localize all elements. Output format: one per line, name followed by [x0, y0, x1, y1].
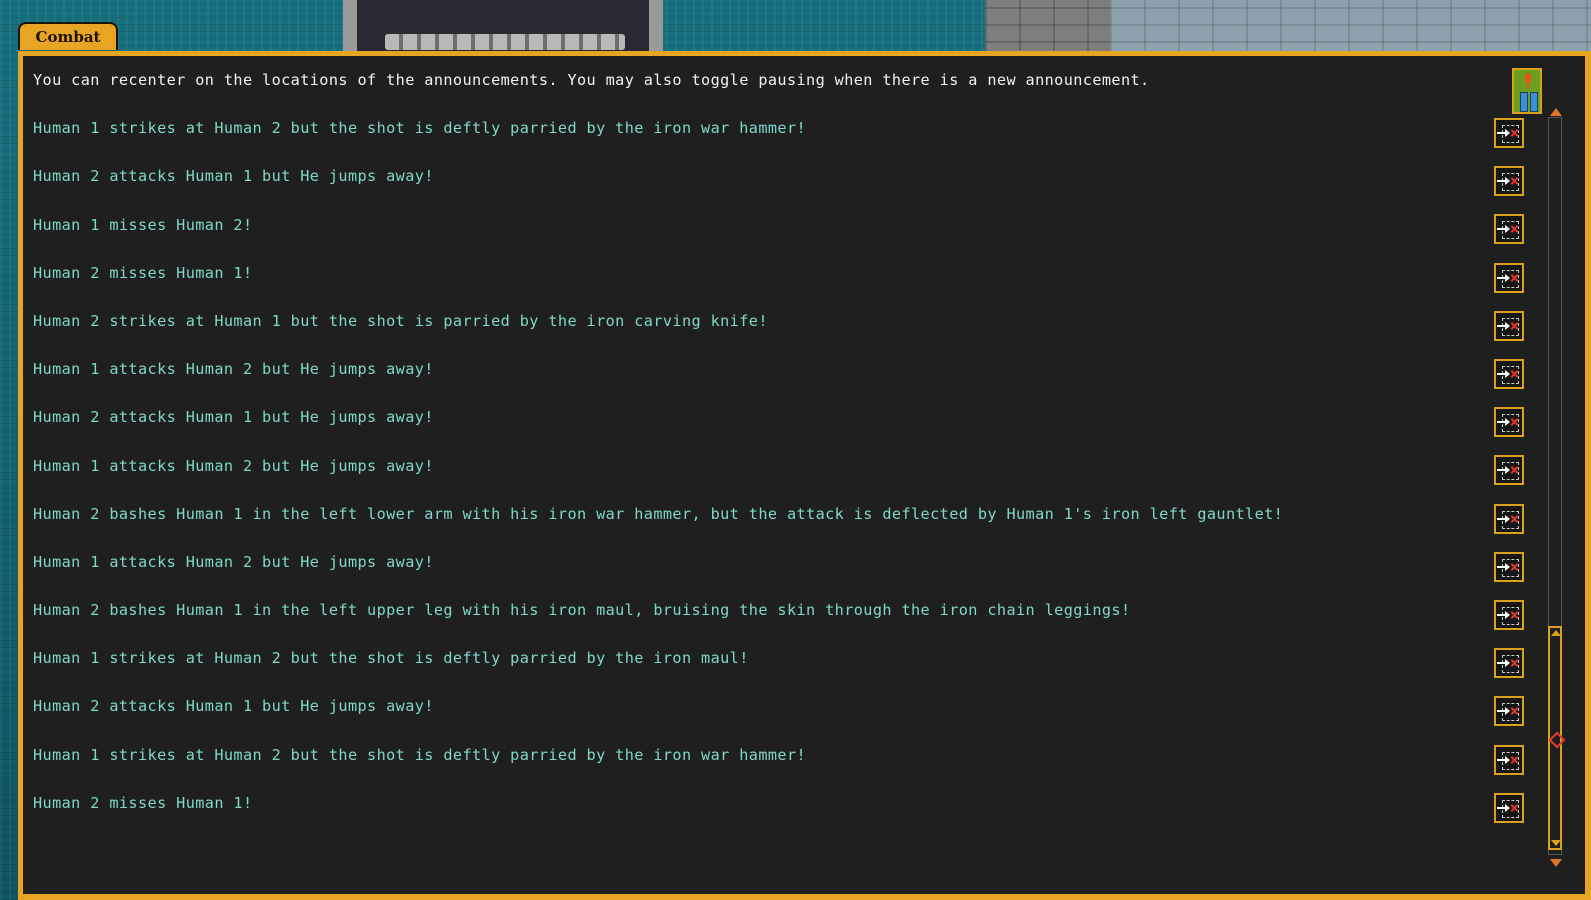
announcement-line: Human 1 attacks Human 2 but He jumps awa… [33, 360, 434, 379]
scrollbar-thumb[interactable] [1548, 626, 1566, 850]
recenter-button[interactable] [1494, 455, 1524, 486]
arrowhead-icon [1505, 707, 1510, 716]
pit-rocks [385, 34, 625, 50]
announcement-log: You can recenter on the locations of the… [33, 70, 1483, 841]
announcement-line: Human 2 strikes at Human 1 but the shot … [33, 311, 768, 330]
announcement-line: Human 1 attacks Human 2 but He jumps awa… [33, 552, 434, 571]
announcement-line: Human 2 attacks Human 1 but He jumps awa… [33, 408, 434, 427]
thumb-up-cap-icon [1551, 630, 1561, 636]
arrowhead-icon [1505, 755, 1510, 764]
recenter-button[interactable] [1494, 214, 1524, 245]
announcement-hint: You can recenter on the locations of the… [33, 71, 1150, 89]
pause-bar-left [1520, 92, 1528, 112]
recenter-button[interactable] [1494, 262, 1524, 293]
recenter-button[interactable] [1494, 792, 1524, 823]
arrowhead-icon [1505, 225, 1510, 234]
announcement-log-area: You can recenter on the locations of the… [23, 56, 1585, 894]
pause-toggle-button[interactable] [1512, 68, 1542, 114]
announcement-line: Human 1 strikes at Human 2 but the shot … [33, 119, 807, 138]
recenter-button[interactable] [1494, 600, 1524, 630]
thumb-down-cap-icon [1551, 840, 1561, 846]
announcement-line: Human 1 misses Human 2! [33, 215, 253, 234]
tab-combat[interactable]: Combat [18, 22, 118, 50]
recenter-button[interactable] [1494, 407, 1524, 438]
announcement-line: Human 2 bashes Human 1 in the left lower… [33, 504, 1284, 523]
announcement-line: Human 1 strikes at Human 2 but the shot … [33, 745, 807, 764]
arrowhead-icon [1505, 177, 1510, 186]
alert-light-stem [1527, 82, 1529, 89]
arrowhead-icon [1505, 273, 1510, 282]
recenter-button[interactable] [1494, 359, 1524, 389]
pause-bar-right [1530, 92, 1538, 112]
recenter-button[interactable] [1494, 310, 1524, 341]
recenter-button[interactable] [1494, 503, 1524, 534]
arrowhead-icon [1505, 370, 1510, 378]
announcement-line: Human 2 bashes Human 1 in the left upper… [33, 601, 1131, 620]
recenter-button[interactable] [1494, 166, 1524, 197]
alert-light-icon [1525, 73, 1531, 82]
announcement-line: Human 2 attacks Human 1 but He jumps awa… [33, 697, 434, 716]
announcement-panel: You can recenter on the locations of the… [18, 51, 1591, 900]
recenter-button[interactable] [1494, 648, 1524, 679]
announcement-line: Human 1 strikes at Human 2 but the shot … [33, 649, 749, 668]
recenter-button[interactable] [1494, 696, 1524, 727]
announcement-line: Human 2 misses Human 1! [33, 263, 253, 282]
scroll-down-arrow[interactable] [1550, 859, 1562, 867]
announcement-line: Human 1 attacks Human 2 but He jumps awa… [33, 456, 434, 475]
announcement-line: Human 2 misses Human 1! [33, 793, 253, 812]
arrowhead-icon [1505, 129, 1510, 137]
arrowhead-icon [1505, 611, 1510, 619]
announcement-line: Human 2 attacks Human 1 but He jumps awa… [33, 167, 434, 186]
recenter-button[interactable] [1494, 744, 1524, 775]
recenter-button[interactable] [1494, 551, 1524, 582]
recenter-button[interactable] [1494, 118, 1524, 148]
arrowhead-icon [1505, 418, 1510, 427]
arrowhead-icon [1505, 659, 1510, 668]
scroll-up-arrow[interactable] [1550, 108, 1562, 116]
arrowhead-icon [1505, 466, 1510, 475]
arrowhead-icon [1505, 514, 1510, 523]
